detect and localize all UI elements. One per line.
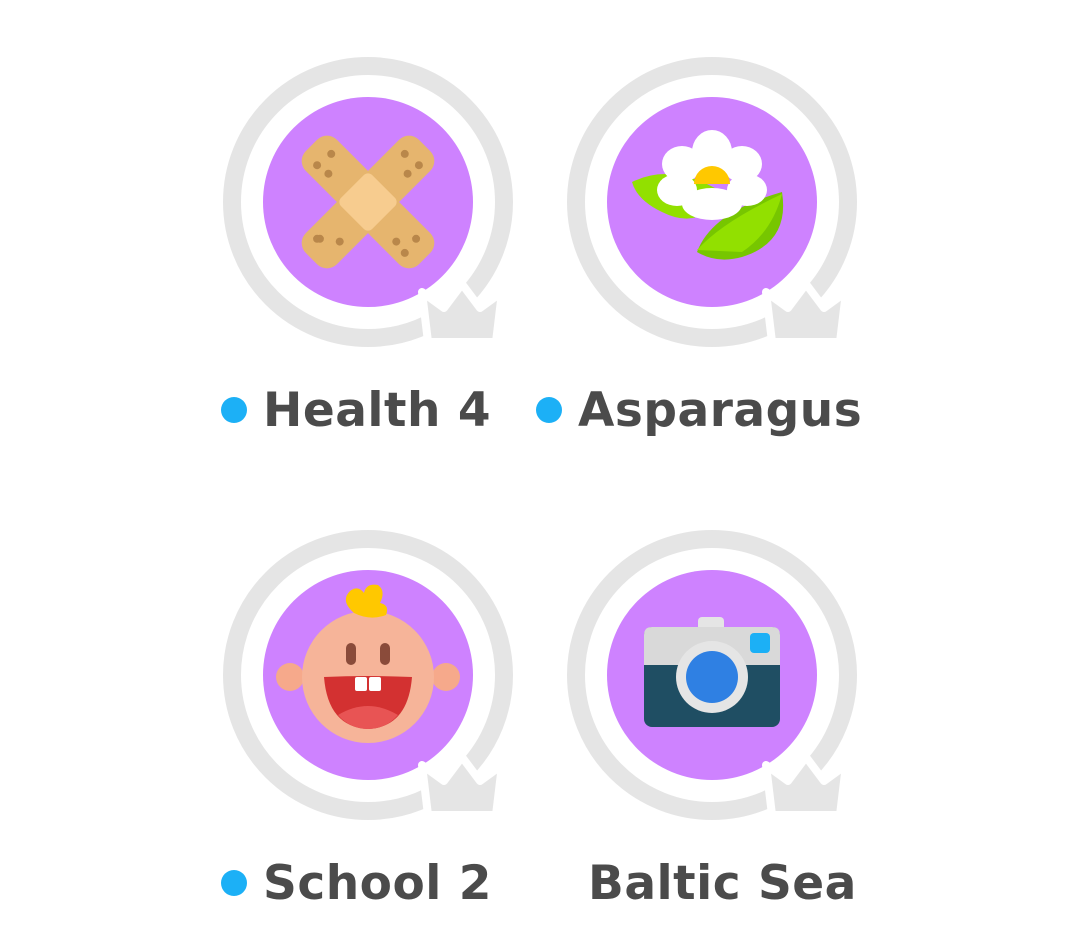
skill-label-school-2[interactable]: School 2 <box>221 853 492 913</box>
crown-icon <box>762 753 850 819</box>
skill-school-2[interactable] <box>218 525 518 825</box>
skill-name: Baltic Sea <box>588 855 857 911</box>
skill-name: School 2 <box>263 855 492 911</box>
new-content-dot <box>536 397 562 423</box>
crown-icon <box>418 280 506 346</box>
skill-name: Asparagus <box>578 382 863 438</box>
skill-label-baltic-sea[interactable]: Baltic Sea <box>588 853 857 913</box>
skill-asparagus[interactable] <box>562 52 862 352</box>
skill-health-4[interactable] <box>218 52 518 352</box>
new-content-dot <box>221 397 247 423</box>
skill-baltic-sea[interactable] <box>562 525 862 825</box>
crown-icon <box>418 753 506 819</box>
crown-icon <box>762 280 850 346</box>
skill-name: Health 4 <box>263 382 492 438</box>
skill-label-asparagus[interactable]: Asparagus <box>536 380 862 440</box>
skill-label-health-4[interactable]: Health 4 <box>221 380 491 440</box>
new-content-dot <box>221 870 247 896</box>
